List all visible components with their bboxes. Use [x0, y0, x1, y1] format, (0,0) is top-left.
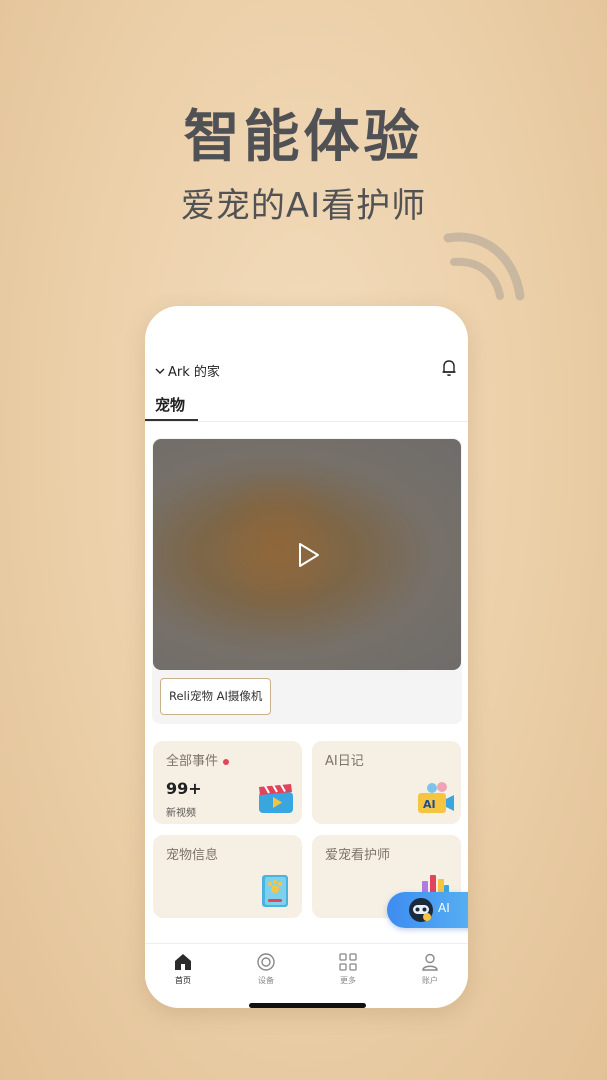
- ai-diary-title: AI日记: [325, 754, 364, 769]
- promo-headline: 智能体验: [183, 105, 424, 170]
- home-indicator: [249, 1003, 366, 1008]
- pet-info-card[interactable]: 宠物信息: [153, 835, 302, 918]
- nav-account-label: 账户: [422, 976, 438, 985]
- pet-book-icon: [262, 875, 288, 907]
- grid-icon: [339, 953, 357, 971]
- events-card-title-wrap: 全部事件: [166, 750, 230, 769]
- top-bar: Ark 的家: [145, 356, 468, 382]
- nav-home-label: 首页: [175, 976, 191, 985]
- home-selector[interactable]: Ark 的家: [154, 361, 220, 380]
- camera-video-preview[interactable]: [153, 439, 461, 670]
- bottom-nav: 首页 设备 更多 账户: [145, 943, 468, 991]
- robot-icon: [409, 898, 433, 922]
- wifi-signal-icon: [443, 232, 525, 301]
- bell-icon[interactable]: [440, 358, 458, 378]
- nav-more[interactable]: 更多: [318, 952, 378, 986]
- nav-device-label: 设备: [258, 976, 274, 985]
- play-icon[interactable]: [297, 542, 321, 568]
- ai-assistant-button[interactable]: AI: [387, 892, 468, 928]
- promo-subline: 爱宠的AI看护师: [180, 186, 427, 226]
- tab-active-indicator: [145, 419, 198, 421]
- events-card-title: 全部事件: [166, 754, 219, 769]
- pet-info-title: 宠物信息: [166, 848, 219, 863]
- camera-card: Reli宠物 AI摄像机: [152, 438, 462, 724]
- clapperboard-icon: [259, 784, 293, 813]
- events-card[interactable]: 全部事件 99+ 新视频: [153, 741, 302, 824]
- unread-dot: [223, 758, 230, 765]
- nav-home[interactable]: 首页: [153, 952, 213, 986]
- svg-text:AI: AI: [423, 798, 436, 811]
- nav-account[interactable]: 账户: [400, 952, 460, 986]
- home-icon: [175, 954, 191, 970]
- phone-screen: Ark 的家 宠物 Reli宠物 AI摄像机 全部事件 99+ 新视频 AI日记…: [145, 306, 468, 1008]
- nav-more-label: 更多: [340, 976, 356, 985]
- events-count: 99+: [166, 779, 202, 798]
- ai-button-label: AI: [438, 901, 450, 915]
- chevron-down-icon: [155, 368, 165, 374]
- events-count-label: 新视频: [166, 808, 196, 819]
- pet-guardian-title: 爱宠看护师: [325, 848, 391, 863]
- ai-diary-card[interactable]: AI日记 AI: [312, 741, 461, 824]
- camera-name-button[interactable]: Reli宠物 AI摄像机: [160, 678, 272, 715]
- ai-camera-icon: AI: [418, 782, 454, 813]
- device-icon: [257, 953, 275, 971]
- tab-bar: 宠物: [145, 390, 468, 422]
- account-icon: [422, 953, 438, 971]
- home-name-label: Ark 的家: [168, 365, 220, 380]
- tab-pet[interactable]: 宠物: [155, 394, 185, 415]
- nav-device[interactable]: 设备: [236, 952, 296, 986]
